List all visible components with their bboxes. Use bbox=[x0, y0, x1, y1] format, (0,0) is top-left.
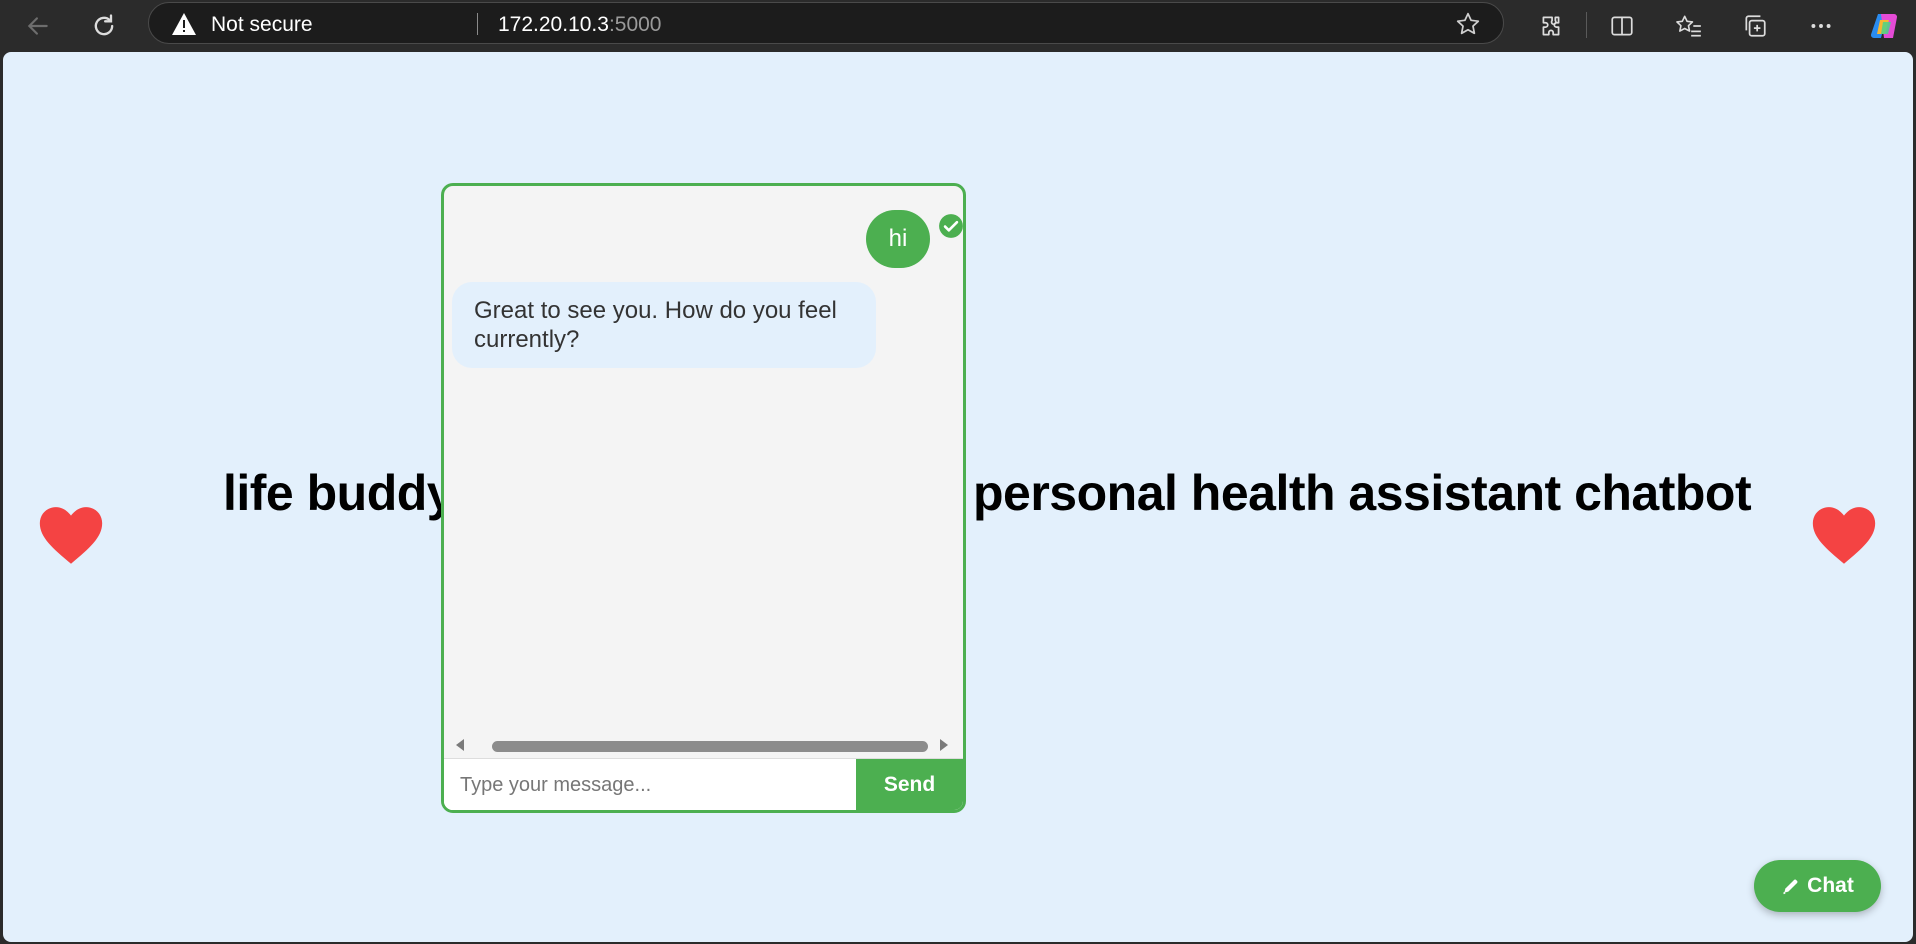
horizontal-scrollbar[interactable] bbox=[444, 734, 963, 756]
url-host: 172.20.10.3 bbox=[498, 13, 609, 36]
split-screen-icon[interactable] bbox=[1604, 8, 1640, 44]
bot-message-bubble: Great to see you. How do you feel curren… bbox=[452, 282, 876, 368]
page-title-tagline: personal health assistant chatbot bbox=[973, 465, 1752, 521]
more-options-icon[interactable] bbox=[1803, 8, 1839, 44]
chat-button-label: Chat bbox=[1807, 874, 1854, 897]
scrollbar-thumb[interactable] bbox=[492, 741, 928, 752]
toolbar-divider bbox=[1586, 12, 1587, 38]
check-circle-icon bbox=[939, 214, 963, 238]
chat-window: hi Great to see you. How do you feel cur… bbox=[441, 183, 966, 813]
favorites-icon[interactable] bbox=[1671, 8, 1707, 44]
address-separator bbox=[477, 13, 478, 35]
url-port: :5000 bbox=[608, 13, 662, 36]
heart-icon bbox=[1812, 507, 1876, 564]
page-title-brand: life buddy bbox=[223, 465, 455, 521]
send-button[interactable]: Send bbox=[856, 759, 963, 810]
url-text[interactable]: 172.20.10.3:5000 bbox=[498, 13, 662, 37]
collections-icon[interactable] bbox=[1737, 8, 1773, 44]
scroll-right-arrow-icon[interactable] bbox=[938, 738, 950, 752]
extensions-icon[interactable] bbox=[1533, 8, 1569, 44]
security-status[interactable]: Not secure bbox=[211, 13, 313, 37]
scroll-left-arrow-icon[interactable] bbox=[454, 738, 466, 752]
reload-icon[interactable] bbox=[86, 8, 122, 44]
chat-input-row: Send bbox=[444, 758, 963, 810]
warning-icon[interactable] bbox=[171, 12, 197, 41]
copilot-icon[interactable] bbox=[1866, 8, 1902, 44]
chat-toggle-button[interactable]: Chat bbox=[1754, 860, 1881, 912]
user-message-bubble: hi bbox=[866, 210, 930, 268]
address-bar[interactable]: Not secure 172.20.10.3:5000 bbox=[148, 2, 1504, 44]
heart-icon bbox=[39, 507, 103, 564]
page-viewport: life buddy personal health assistant cha… bbox=[3, 52, 1913, 942]
back-icon[interactable] bbox=[20, 8, 56, 44]
message-input[interactable] bbox=[444, 759, 856, 810]
favorite-star-icon[interactable] bbox=[1455, 11, 1481, 42]
chat-messages[interactable]: hi Great to see you. How do you feel cur… bbox=[444, 186, 963, 734]
browser-toolbar: Not secure 172.20.10.3:5000 bbox=[0, 0, 1916, 52]
pen-icon bbox=[1783, 879, 1798, 895]
